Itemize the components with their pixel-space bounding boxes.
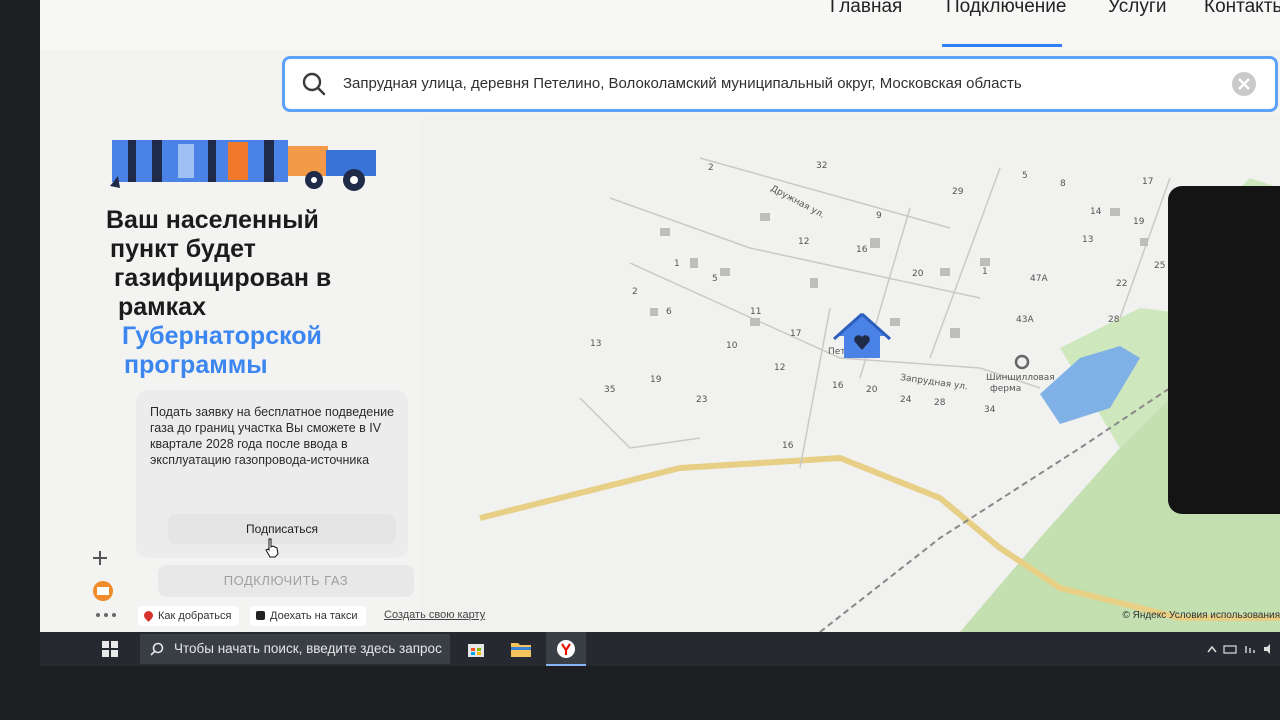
file-explorer-icon[interactable] bbox=[510, 640, 532, 658]
hand-cursor-icon bbox=[265, 538, 279, 558]
taxi-icon bbox=[256, 611, 265, 620]
search-input-value[interactable]: Запрудная улица, деревня Петелино, Волок… bbox=[343, 75, 1022, 92]
house-number: 43А bbox=[1016, 315, 1034, 325]
headline-line-highlight: программы bbox=[124, 351, 268, 379]
house-number: 5 bbox=[712, 274, 718, 284]
create-map-link[interactable]: Создать свою карту bbox=[384, 609, 485, 621]
house-number: 28 bbox=[934, 398, 946, 408]
directions-button[interactable]: Как добраться bbox=[138, 606, 240, 626]
active-tab-indicator bbox=[942, 44, 1062, 47]
house-number: 11 bbox=[750, 307, 761, 317]
taskbar-search-icon bbox=[150, 642, 164, 656]
system-tray-icons[interactable] bbox=[1206, 643, 1276, 655]
house-number: 29 bbox=[952, 187, 964, 197]
house-number: 17 bbox=[1142, 177, 1153, 187]
house-number: 34 bbox=[984, 405, 996, 415]
taskbar-search-box[interactable]: Чтобы начать поиск, введите здесь запрос bbox=[140, 634, 450, 664]
house-number: 2 bbox=[632, 287, 638, 297]
nav-item-home[interactable]: Главная bbox=[830, 0, 902, 18]
directions-label: Как добраться bbox=[158, 610, 232, 622]
house-number: 35 bbox=[604, 385, 615, 395]
top-navigation: Главная Подключение Услуги Контакты bbox=[40, 0, 1280, 50]
house-number: 17 bbox=[790, 329, 801, 339]
nav-item-services[interactable]: Услуги bbox=[1108, 0, 1166, 18]
store-icon[interactable] bbox=[466, 639, 486, 659]
headline-line: пункт будет bbox=[110, 235, 256, 263]
nav-item-connection[interactable]: Подключение bbox=[946, 0, 1066, 18]
house-number: 1 bbox=[982, 267, 988, 277]
house-number: 20 bbox=[866, 385, 878, 395]
taxi-label: Доехать на такси bbox=[270, 610, 358, 622]
interactive-map[interactable]: Дружная ул. Запрудная ул. Шиншилловая фе… bbox=[420, 118, 1280, 632]
headline-line: газифицирован в bbox=[114, 264, 332, 292]
windows-start-icon[interactable] bbox=[102, 641, 118, 657]
more-icon[interactable] bbox=[94, 610, 120, 620]
taxi-button[interactable]: Доехать на такси bbox=[250, 606, 366, 626]
house-number: 16 bbox=[856, 245, 868, 255]
house-number: 8 bbox=[1060, 179, 1066, 189]
house-number: 16 bbox=[832, 381, 844, 391]
house-number: 14 bbox=[1090, 207, 1102, 217]
house-number: 32 bbox=[816, 161, 827, 171]
browser-viewport: Главная Подключение Услуги Контакты Запр… bbox=[40, 0, 1280, 632]
house-number: 20 bbox=[912, 269, 924, 279]
house-number: 9 bbox=[876, 211, 882, 221]
house-number: 10 bbox=[726, 341, 738, 351]
poi-label: Шиншилловая bbox=[986, 373, 1055, 383]
zoom-in-icon[interactable] bbox=[90, 548, 110, 568]
headline-line: рамках bbox=[118, 293, 206, 321]
map-copyright[interactable]: © Яндекс Условия использования bbox=[1122, 610, 1280, 621]
house-number: 12 bbox=[774, 363, 785, 373]
headline: Ваш населенный пункт будет газифицирован… bbox=[106, 206, 396, 380]
house-number: 23 bbox=[696, 395, 707, 405]
headline-line: Ваш населенный bbox=[106, 206, 319, 234]
house-number: 6 bbox=[666, 307, 672, 317]
house-number: 5 bbox=[1022, 171, 1028, 181]
webcam-overlay bbox=[1168, 186, 1280, 514]
yandex-browser-taskbar-item[interactable] bbox=[546, 632, 586, 666]
subscribe-button[interactable]: Подписаться bbox=[168, 514, 396, 544]
house-number: 13 bbox=[590, 339, 601, 349]
house-number: 19 bbox=[650, 375, 662, 385]
house-number: 12 bbox=[798, 237, 809, 247]
mail-icon[interactable] bbox=[92, 580, 114, 602]
house-number: 22 bbox=[1116, 279, 1127, 289]
gas-pipeline-illustration bbox=[110, 140, 376, 191]
nav-item-contacts[interactable]: Контакты bbox=[1204, 0, 1280, 18]
house-number: 16 bbox=[782, 441, 794, 451]
house-number: 28 bbox=[1108, 315, 1120, 325]
house-number: 2 bbox=[708, 163, 714, 173]
taskbar-search-placeholder: Чтобы начать поиск, введите здесь запрос bbox=[174, 641, 442, 656]
house-number: 47А bbox=[1030, 274, 1048, 284]
map-toolbar: Как добраться Доехать на такси Создать с… bbox=[130, 606, 590, 628]
search-icon bbox=[302, 72, 326, 96]
house-number: 25 bbox=[1154, 261, 1165, 271]
house-number: 13 bbox=[1082, 235, 1093, 245]
clear-search-icon[interactable] bbox=[1231, 71, 1257, 97]
headline-line-highlight: Губернаторской bbox=[122, 322, 322, 350]
windows-taskbar: Чтобы начать поиск, введите здесь запрос bbox=[40, 632, 1280, 666]
poi-label: ферма bbox=[990, 384, 1021, 394]
yandex-browser-icon bbox=[557, 640, 575, 658]
address-search-bar[interactable]: Запрудная улица, деревня Петелино, Волок… bbox=[282, 56, 1278, 112]
info-text: Подать заявку на бесплатное подведение г… bbox=[150, 405, 398, 467]
house-number: 24 bbox=[900, 395, 912, 405]
house-number: 19 bbox=[1133, 217, 1145, 227]
route-pin-icon bbox=[142, 609, 155, 622]
connect-gas-button[interactable]: ПОДКЛЮЧИТЬ ГАЗ bbox=[158, 565, 414, 597]
house-number: 1 bbox=[674, 259, 680, 269]
